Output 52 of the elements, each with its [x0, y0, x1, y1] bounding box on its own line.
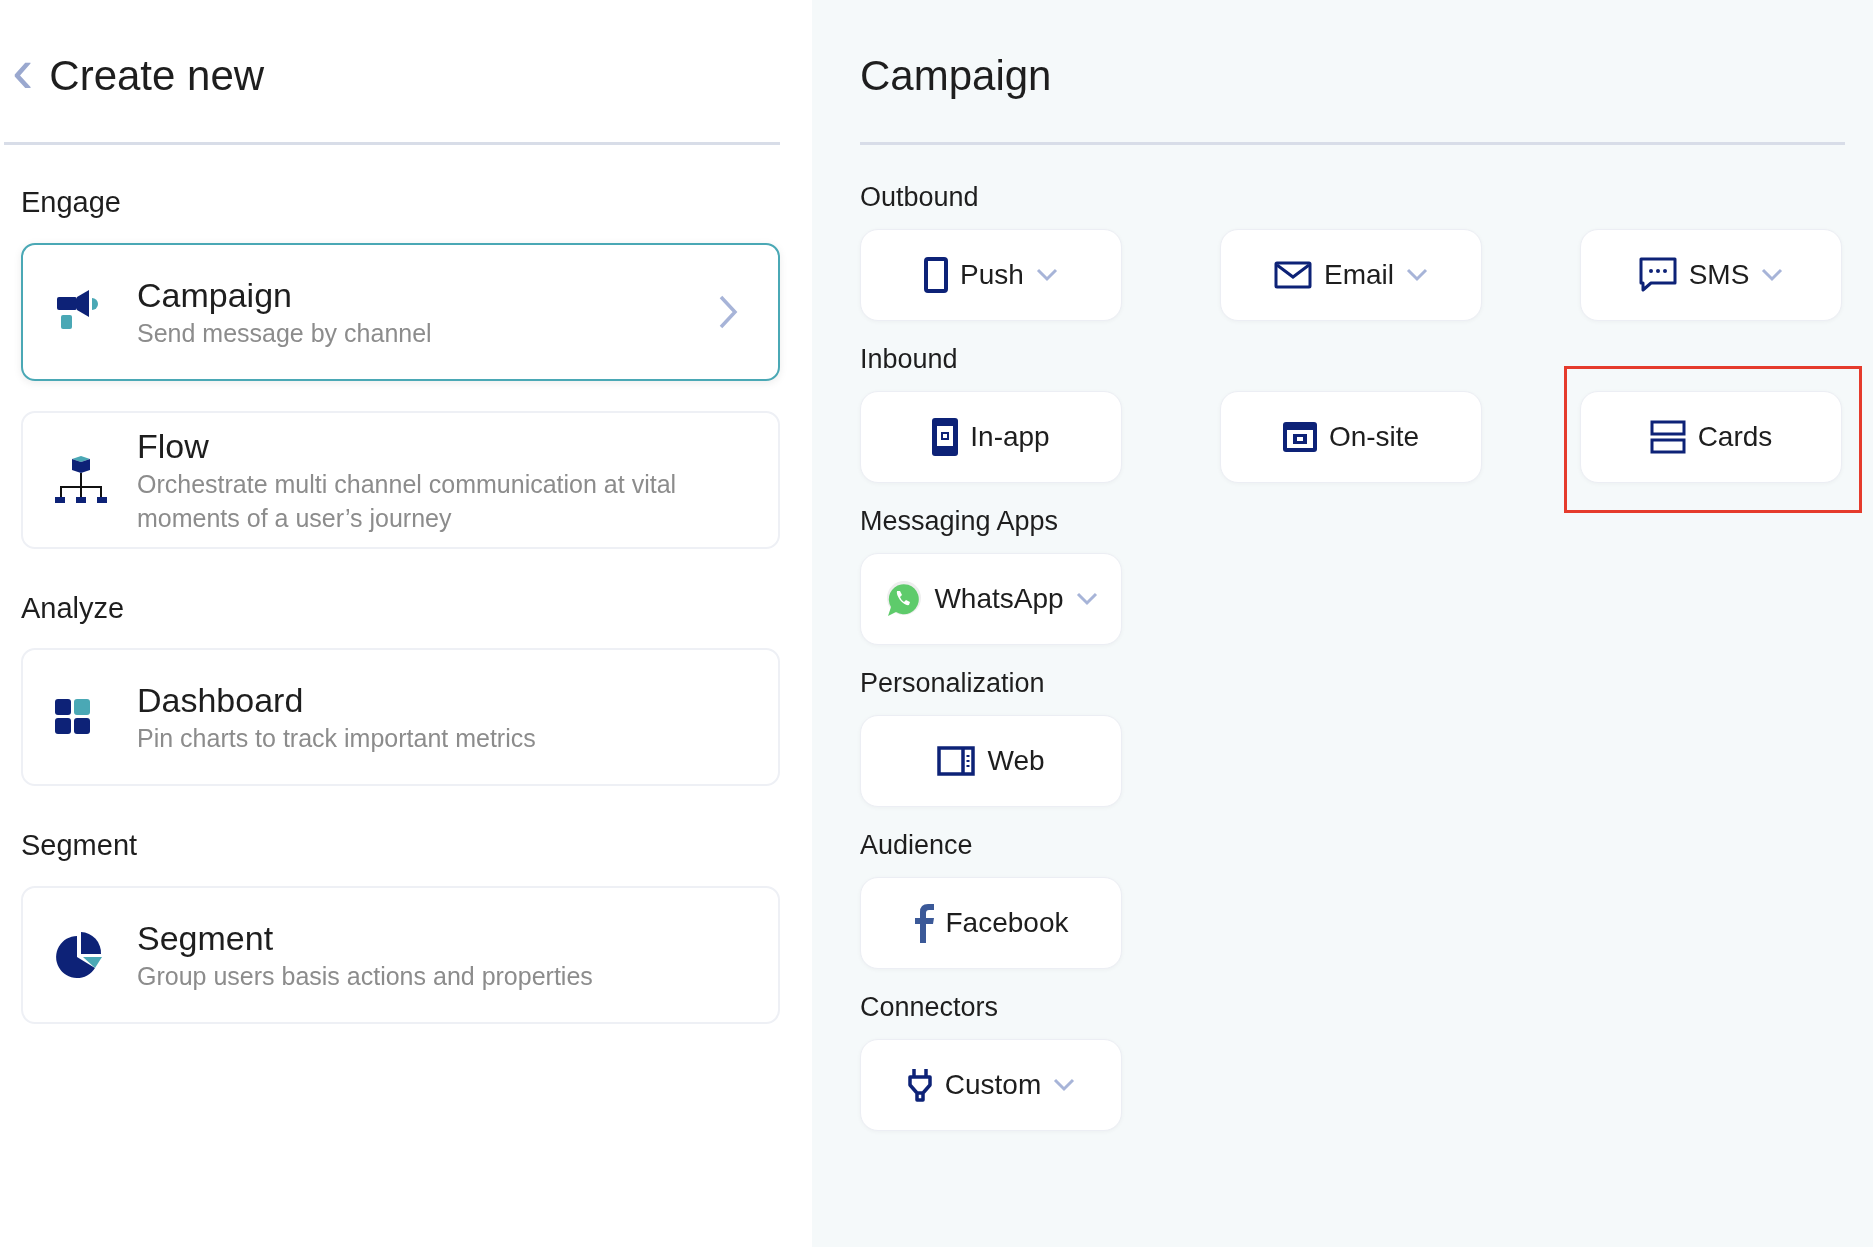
channel-button[interactable]: Custom — [860, 1039, 1122, 1131]
caret-icon — [1761, 268, 1784, 282]
caret-icon — [1053, 1078, 1076, 1092]
option-description: Pin charts to track important metrics — [137, 723, 537, 754]
option-card[interactable]: Dashboard Pin charts to track important metrics — [21, 648, 780, 786]
grid-icon — [55, 699, 91, 735]
hierarchy-icon — [55, 454, 107, 505]
stacked-cards-icon — [1649, 420, 1686, 454]
plug-icon — [906, 1068, 933, 1102]
option-card[interactable]: Campaign Send message by channel — [21, 242, 780, 381]
envelope-icon — [1274, 261, 1312, 289]
channel-button[interactable]: SMS — [1580, 229, 1842, 321]
section-heading: Analyze — [21, 590, 126, 626]
channel-button[interactable]: Email — [1220, 229, 1482, 321]
option-title: Campaign — [137, 274, 293, 316]
section-heading: Messaging Apps — [860, 505, 1060, 537]
option-title: Segment — [137, 917, 275, 959]
section-heading: Engage — [21, 185, 122, 220]
channel-button[interactable]: Push — [860, 229, 1122, 321]
section-heading: Connectors — [860, 991, 1000, 1023]
panel-title: Campaign — [860, 50, 1052, 101]
chat-bubble-phone-icon — [884, 580, 923, 618]
option-description: Group users basis actions and properties — [137, 960, 594, 992]
phone-icon — [924, 257, 949, 293]
option-description: Send message by channel — [137, 317, 433, 349]
section-heading: Audience — [860, 829, 974, 861]
channel-button[interactable]: Web — [860, 715, 1122, 807]
chevron-right-icon — [718, 293, 738, 330]
option-description: Orchestrate multi channel communication at vital moments of a user’s journey — [137, 468, 678, 534]
section-heading: Personalization — [860, 667, 1046, 699]
section-heading: Segment — [21, 828, 139, 863]
channel-button[interactable]: Facebook — [860, 877, 1122, 969]
mobile-screen-icon — [932, 418, 959, 456]
chat-icon — [1638, 257, 1677, 293]
caret-icon — [1406, 268, 1428, 282]
channel-button[interactable]: WhatsApp — [860, 553, 1122, 645]
option-title: Dashboard — [137, 680, 305, 721]
section-heading: Outbound — [860, 181, 980, 213]
section-heading: Inbound — [860, 343, 959, 375]
layout-icon — [937, 746, 976, 776]
pie-chart-icon — [55, 929, 105, 980]
option-card[interactable]: Segment Group users basis actions and properties — [21, 885, 780, 1024]
option-title: Flow — [137, 425, 210, 467]
facebook-f-icon — [913, 903, 934, 943]
browser-window-icon — [1282, 422, 1317, 452]
page-title: Create new — [49, 50, 265, 101]
caret-icon — [1075, 592, 1098, 606]
option-card[interactable]: Flow Orchestrate multi channel communication at vital moments of a user’s journey — [21, 410, 780, 549]
channel-button[interactable]: On-site — [1220, 391, 1482, 483]
channel-button[interactable]: In-app — [860, 391, 1122, 483]
caret-icon — [1035, 268, 1058, 282]
channel-button[interactable]: Cards — [1580, 391, 1842, 483]
